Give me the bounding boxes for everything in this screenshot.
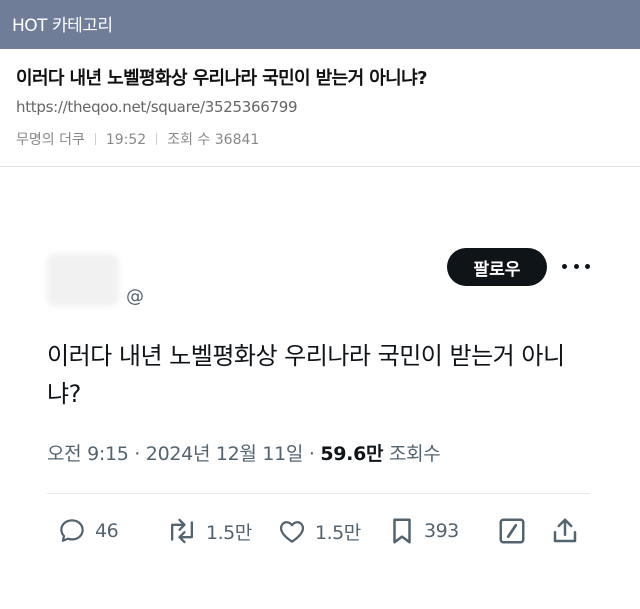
bookmark-count: 393: [424, 520, 459, 542]
category-label[interactable]: HOT 카테고리: [12, 11, 113, 36]
post-title: 이러다 내년 노벨평화상 우리나라 국민이 받는거 아니냐?: [16, 68, 428, 89]
edit-button[interactable]: [497, 515, 527, 547]
retweet-icon: [166, 516, 198, 546]
tweet-text: 이러다 내년 노벨평화상 우리나라 국민이 받는거 아니냐?: [47, 342, 565, 408]
user-handle[interactable]: @: [126, 286, 144, 307]
tweet-divider: [47, 493, 590, 494]
post-views: 조회 수 36841: [167, 132, 260, 148]
post-url[interactable]: https://theqoo.net/square/3525366799: [16, 98, 298, 116]
tweet-views-label: 조회수: [383, 443, 441, 465]
reply-count: 46: [95, 520, 119, 542]
retweet-button[interactable]: 1.5만: [166, 515, 252, 547]
bookmark-icon: [388, 516, 416, 546]
retweet-count: 1.5만: [206, 521, 252, 544]
follow-button[interactable]: 팔로우: [447, 248, 547, 286]
share-button[interactable]: [550, 515, 580, 547]
meta-separator: [156, 133, 158, 145]
like-icon: [277, 516, 307, 546]
more-icon[interactable]: [562, 256, 590, 276]
like-button[interactable]: 1.5만: [277, 515, 361, 547]
edit-icon: [497, 516, 527, 546]
section-divider: [0, 166, 640, 167]
post-meta: 무명의 더쿠 19:52 조회 수 36841: [16, 129, 259, 149]
avatar[interactable]: [47, 254, 119, 306]
post-author: 무명의 더쿠: [16, 132, 85, 148]
share-icon: [550, 516, 580, 546]
reply-button[interactable]: 46: [57, 515, 119, 547]
tweet-timestamp[interactable]: 오전 9:15 · 2024년 12월 11일 ·: [47, 443, 320, 465]
post-time: 19:52: [105, 132, 147, 148]
meta-separator: [94, 133, 96, 145]
tweet-views-count: 59.6만: [320, 443, 384, 465]
reply-icon: [57, 516, 87, 546]
tweet-meta: 오전 9:15 · 2024년 12월 11일 · 59.6만 조회수: [47, 439, 441, 466]
bookmark-button[interactable]: 393: [388, 515, 459, 547]
like-count: 1.5만: [315, 521, 361, 544]
top-bar: HOT 카테고리: [0, 0, 640, 49]
